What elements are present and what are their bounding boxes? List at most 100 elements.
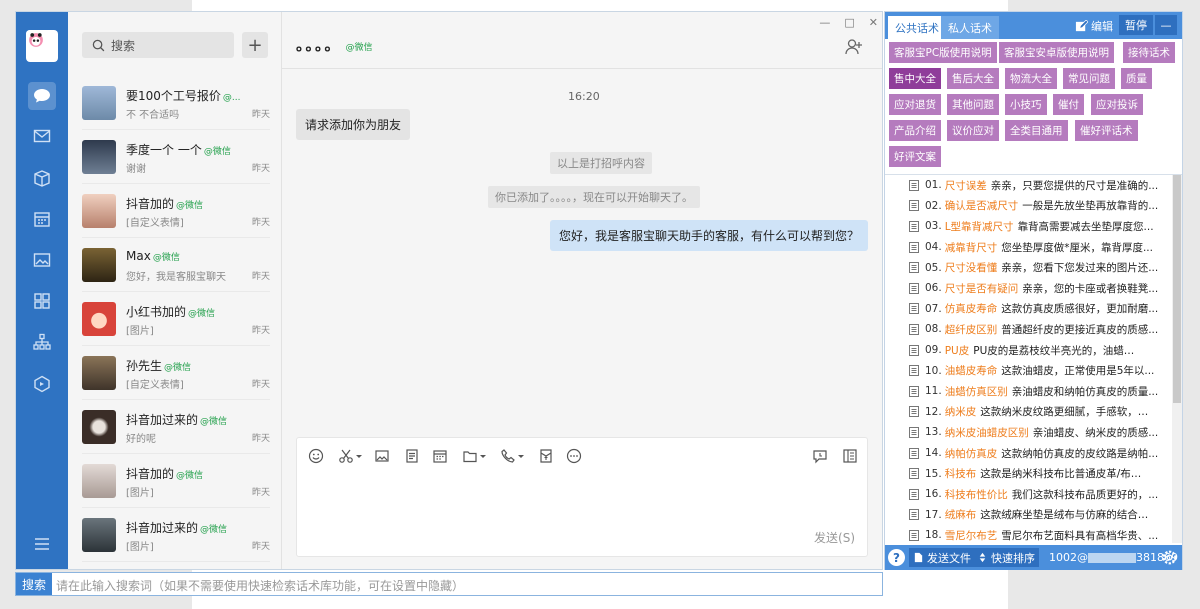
chevron-down-icon[interactable]: [355, 447, 363, 465]
conversation-item[interactable]: 小红书加的 @微信 [图片] 昨天: [82, 292, 270, 346]
script-item[interactable]: 01. 尺寸误差 亲亲，只要您提供的尺寸是准确的...: [885, 175, 1170, 196]
script-item[interactable]: 02. 确认是否减尺寸 一般是先放坐垫再放靠背的...: [885, 196, 1170, 217]
close-icon[interactable]: ✕: [869, 16, 878, 29]
category-tag[interactable]: 物流大全: [1005, 68, 1057, 89]
quick-search-bar[interactable]: 搜索 请在此输入搜索词（如果不需要使用快速检索话术库功能，可在设置中隐藏）: [15, 572, 883, 596]
more-icon[interactable]: [565, 447, 583, 465]
settings-gear-icon[interactable]: [1161, 549, 1178, 566]
script-item[interactable]: 04. 减靠背尺寸 您坐垫厚度做*厘米，靠背厚度...: [885, 237, 1170, 258]
category-tag[interactable]: 应对投诉: [1091, 94, 1143, 115]
conversation-item[interactable]: 抖音加的 @微信 [自定义表情] 昨天: [82, 184, 270, 238]
conversation-item[interactable]: 要100个工号报价 @... 不 不合适吗 昨天: [82, 76, 270, 130]
last-message: [图片]: [126, 542, 154, 553]
mail-icon[interactable]: [28, 122, 56, 150]
category-tag[interactable]: 议价应对: [947, 120, 999, 141]
conversation-item[interactable]: 抖音加的 @微信 [图片] 昨天: [82, 454, 270, 508]
cube-icon[interactable]: [28, 370, 56, 398]
script-item[interactable]: 03. L型靠背减尺寸 靠背高需要减去坐垫厚度您...: [885, 216, 1170, 237]
script-item[interactable]: 10. 油蜡皮寿命 这款油蜡皮，正常使用是5年以...: [885, 360, 1170, 381]
maximize-icon[interactable]: □: [844, 16, 854, 29]
send-file-button[interactable]: 发送文件: [909, 548, 975, 567]
conversation-list: 要100个工号报价 @... 不 不合适吗 昨天 季度一个 一个 @微信 谢谢 昨天…: [68, 76, 282, 570]
help-icon[interactable]: ?: [888, 549, 905, 566]
category-tag-active[interactable]: 售中大全: [889, 68, 941, 89]
pause-button[interactable]: 暂停: [1119, 15, 1153, 35]
category-tag[interactable]: 客服宝PC版使用说明: [889, 42, 997, 63]
document-icon: [909, 323, 919, 335]
emoji-icon[interactable]: [307, 447, 325, 465]
org-icon[interactable]: [28, 328, 56, 356]
script-item[interactable]: 15. 科技布 这款是纳米科技布比普通皮革/布艺...: [885, 463, 1170, 484]
document-icon: [909, 488, 919, 500]
sidebar-toggle-icon[interactable]: [841, 447, 859, 465]
script-keyword: 纳米皮油蜡皮区别: [944, 426, 1029, 439]
category-tag[interactable]: 小技巧: [1005, 94, 1047, 115]
contact-name: 小红书加的: [126, 305, 187, 319]
category-tag[interactable]: 其他问题: [947, 94, 999, 115]
scrollbar[interactable]: [1172, 175, 1182, 543]
scissors-icon[interactable]: [337, 447, 355, 465]
quick-sort-button[interactable]: 快速排序: [973, 548, 1039, 567]
conversation-item[interactable]: 抖音加过来的 @微信 [图片] 昨天: [82, 508, 270, 562]
script-item[interactable]: 11. 油蜡仿真区别 亲油蜡皮和纳帕仿真皮的质量...: [885, 381, 1170, 402]
calendar-icon[interactable]: [28, 205, 56, 233]
category-tag[interactable]: 售后大全: [947, 68, 999, 89]
script-preview: 亲亲，只要您提供的尺寸是准确的...: [990, 179, 1159, 192]
category-tag[interactable]: 催付: [1053, 94, 1084, 115]
add-person-icon[interactable]: [844, 37, 864, 57]
conversation-item[interactable]: Max @微信 您好，我是客服宝聊天... 昨天: [82, 238, 270, 292]
category-tag[interactable]: 客服宝安卓版使用说明: [999, 42, 1114, 63]
category-tag[interactable]: 好评文案: [889, 146, 941, 167]
conversation-item[interactable]: 孙先生 @微信 [自定义表情] 昨天: [82, 346, 270, 400]
script-item[interactable]: 09. PU皮 PU皮的是荔枝纹半亮光的，油蜡皮的...: [885, 340, 1170, 361]
script-item[interactable]: 06. 尺寸是否有疑问 亲亲，您的卡座或者换鞋凳...: [885, 278, 1170, 299]
image-icon[interactable]: [373, 447, 391, 465]
source-tag: @微信: [152, 253, 180, 263]
chevron-down-icon[interactable]: [479, 447, 487, 465]
message-composer[interactable]: 发送(S): [296, 437, 868, 557]
script-item[interactable]: 14. 纳帕仿真皮 这款纳帕仿真皮的皮纹路是纳帕...: [885, 443, 1170, 464]
category-tag[interactable]: 全类目通用: [1005, 120, 1068, 141]
script-item[interactable]: 07. 仿真皮寿命 这款仿真皮质感很好，更加耐磨...: [885, 299, 1170, 320]
script-item[interactable]: 17. 绒麻布 这款绒麻坐垫是绒布与仿麻的结合，...: [885, 505, 1170, 526]
script-item[interactable]: 08. 超纤皮区别 普通超纤皮的更接近真皮的质感...: [885, 319, 1170, 340]
user-avatar[interactable]: [26, 30, 58, 62]
image-icon[interactable]: [28, 246, 56, 274]
category-tag[interactable]: 催好评话术: [1075, 120, 1138, 141]
script-item[interactable]: 16. 科技布性价比 我们这款科技布品质更好的，...: [885, 484, 1170, 505]
folder-icon[interactable]: [461, 447, 479, 465]
calendar-icon[interactable]: [431, 447, 449, 465]
script-item[interactable]: 12. 纳米皮 这款纳米皮纹路更细腻，手感软，耐...: [885, 402, 1170, 423]
minimize-button[interactable]: —: [1155, 15, 1177, 35]
script-item[interactable]: 13. 纳米皮油蜡皮区别 亲油蜡皮、纳米皮的质感...: [885, 422, 1170, 443]
minimize-icon[interactable]: —: [819, 16, 830, 29]
conversation-pane: 搜索 + 要100个工号报价 @... 不 不合适吗 昨天 季度一个 一个 @微信 …: [68, 12, 282, 569]
search-input[interactable]: 搜索: [82, 32, 234, 58]
tab-public-scripts[interactable]: 公共话术: [888, 16, 946, 39]
category-tag[interactable]: 常见问题: [1063, 68, 1115, 89]
category-tag[interactable]: 质量: [1121, 68, 1152, 89]
category-tag[interactable]: 应对退货: [889, 94, 941, 115]
category-tag[interactable]: 接待话术: [1123, 42, 1175, 63]
scrollbar-thumb[interactable]: [1173, 175, 1181, 403]
red-packet-icon[interactable]: [537, 447, 555, 465]
menu-icon[interactable]: [28, 530, 56, 558]
conversation-item[interactable]: 季度一个 一个 @微信 谢谢 昨天: [82, 130, 270, 184]
edit-button[interactable]: 编辑: [1075, 18, 1113, 34]
grid-icon[interactable]: [28, 287, 56, 315]
script-item[interactable]: 05. 尺寸没看懂 亲亲，您看下您发过来的图片还...: [885, 257, 1170, 278]
category-tag[interactable]: 产品介绍: [889, 120, 941, 141]
script-preview: 亲油蜡皮、纳米皮的质感...: [1032, 426, 1159, 439]
add-button[interactable]: +: [242, 32, 268, 58]
tab-private-scripts[interactable]: 私人话术: [941, 16, 999, 39]
chat-icon[interactable]: [28, 82, 56, 110]
chevron-down-icon[interactable]: [517, 447, 525, 465]
chat-history-icon[interactable]: [811, 447, 829, 465]
phone-icon[interactable]: [499, 447, 517, 465]
send-button[interactable]: 发送(S): [814, 529, 855, 546]
conversation-item[interactable]: 抖音加过来的 @微信 好的呢 昨天: [82, 400, 270, 454]
box-icon[interactable]: [28, 164, 56, 192]
script-item[interactable]: 18. 雪尼尔布艺 雪尼尔布艺面料具有高档华贵、...: [885, 525, 1170, 543]
last-message: [自定义表情]: [126, 380, 184, 391]
document-icon[interactable]: [403, 447, 421, 465]
